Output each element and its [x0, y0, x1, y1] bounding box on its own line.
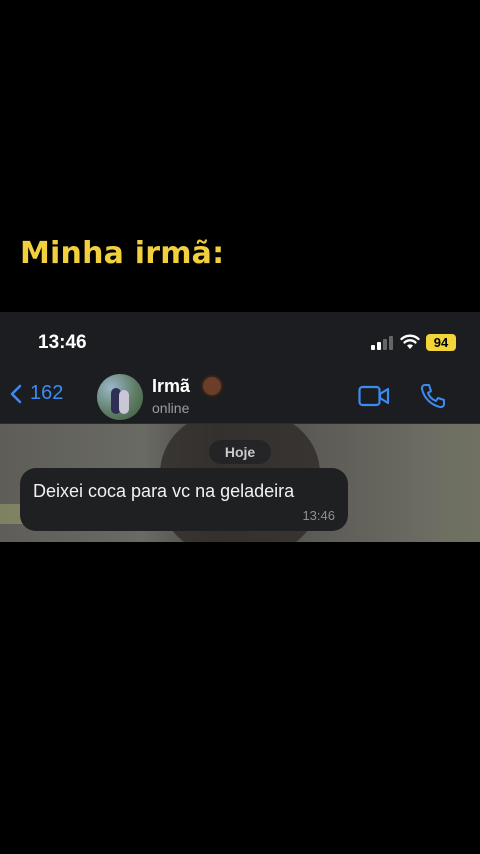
unread-count: 162 — [30, 382, 64, 404]
video-call-button[interactable] — [358, 385, 390, 412]
wifi-icon — [400, 334, 420, 355]
woman-emoji-icon — [201, 375, 223, 397]
contact-name[interactable]: Irmã — [152, 376, 190, 397]
chat-area[interactable]: Hoje Deixei coca para vc na geladeira 13… — [0, 424, 480, 542]
message-text: Deixei coca para vc na geladeira — [33, 481, 295, 501]
chat-header: 162 Irmã online — [0, 368, 480, 424]
avatar[interactable] — [97, 374, 143, 420]
chevron-left-icon — [10, 384, 22, 403]
phone-call-button[interactable] — [420, 383, 446, 414]
status-bar: 13:46 94 — [0, 312, 480, 368]
battery-indicator: 94 — [426, 334, 456, 351]
signal-bars-icon — [371, 336, 395, 350]
phone-screenshot: 13:46 94 162 Irmã online Hoje Deixei coc… — [0, 312, 480, 542]
date-chip: Hoje — [209, 440, 271, 464]
status-time: 13:46 — [38, 332, 87, 353]
contact-status: online — [152, 400, 190, 416]
back-button[interactable]: 162 — [10, 382, 63, 405]
phone-icon — [420, 384, 445, 409]
caption-title: Minha irmã: — [20, 236, 225, 271]
message-time: 13:46 — [302, 508, 335, 523]
video-camera-icon — [358, 385, 390, 407]
message-bubble[interactable]: Deixei coca para vc na geladeira 13:46 — [20, 468, 348, 531]
